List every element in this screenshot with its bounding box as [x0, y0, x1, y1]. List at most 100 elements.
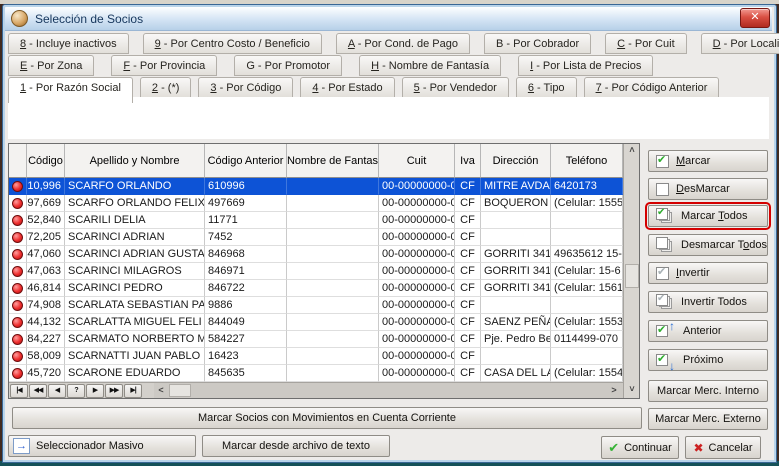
tab-active[interactable]: 1 - Por Razón Social — [8, 77, 133, 103]
cell: CF — [455, 297, 481, 314]
screen: { "window": { "title": "Selección de Soc… — [0, 0, 779, 466]
tab[interactable]: I - Por Lista de Precios — [518, 55, 653, 76]
vertical-scroll-thumb[interactable] — [625, 264, 639, 288]
titlebar[interactable]: Selección de Socios — [5, 7, 772, 31]
tab[interactable]: B - Por Cobrador — [484, 33, 591, 54]
side-button-marcar-todos[interactable]: Marcar Todos — [648, 205, 768, 227]
scroll-right-icon[interactable]: > — [607, 384, 621, 397]
tab[interactable]: 7 - Por Código Anterior — [584, 77, 720, 98]
cell: 844,132 — [27, 314, 65, 331]
table-row[interactable]: 858,009SCARNATTI JUAN PABLO1642300-00000… — [9, 348, 623, 365]
tab[interactable]: E - Por Zona — [8, 55, 94, 76]
app-icon — [11, 10, 28, 27]
tab[interactable]: H - Nombre de Fantasía — [359, 55, 501, 76]
cell: 845,720 — [27, 365, 65, 382]
table-row[interactable]: 610,996SCARFO ORLANDO61099600-00000000-0… — [9, 178, 623, 195]
cell — [9, 280, 27, 297]
cell: CF — [455, 348, 481, 365]
side-button-marcar[interactable]: Marcar — [648, 150, 768, 172]
tab[interactable]: 9 - Por Centro Costo / Beneficio — [143, 33, 322, 54]
vertical-scrollbar[interactable]: ˄ ˅ — [623, 144, 639, 398]
nav-button[interactable]: ▶ — [86, 384, 104, 398]
tab[interactable]: 4 - Por Estado — [300, 77, 394, 98]
side-button-desmarcar[interactable]: DesMarcar — [648, 178, 768, 200]
checkbox-empty-icon — [656, 183, 669, 196]
table-row[interactable]: 845,720SCARONE EDUARDO84563500-00000000-… — [9, 365, 623, 382]
tab[interactable]: 5 - Por Vendedor — [402, 77, 509, 98]
cell — [9, 178, 27, 195]
seleccionador-masivo-button[interactable]: → Seleccionador Masivo — [8, 435, 196, 457]
cell — [287, 280, 379, 297]
table-row[interactable]: 847,063SCARINCI MILAGROS84697100-0000000… — [9, 263, 623, 280]
tab[interactable]: F - Por Provincia — [111, 55, 217, 76]
cell: 49635612 15- — [551, 246, 623, 263]
cell — [9, 297, 27, 314]
table-row[interactable]: 844,132SCARLATTA MIGUEL FELI84404900-000… — [9, 314, 623, 331]
nav-button[interactable]: ▶▶ — [105, 384, 123, 398]
record-indicator-icon — [12, 232, 23, 243]
marcar-movimientos-cc-button[interactable]: Marcar Socios con Movimientos en Cuenta … — [12, 407, 642, 429]
side-button-desmarcar-todos[interactable]: Desmarcar Todos — [648, 234, 768, 256]
side-button-marcar-merc-interno[interactable]: Marcar Merc. Interno — [648, 380, 768, 402]
cell: 852,840 — [27, 212, 65, 229]
cell: SCARFO ORLANDO — [65, 178, 205, 195]
cell — [9, 195, 27, 212]
cell: 847,063 — [27, 263, 65, 280]
marcar-desde-archivo-button[interactable]: Marcar desde archivo de texto — [202, 435, 390, 457]
cell — [551, 229, 623, 246]
side-button-label: Marcar Todos — [681, 210, 747, 222]
continuar-button[interactable]: ✔ Continuar — [601, 436, 679, 459]
column-header: Nombre de Fantas — [287, 144, 379, 178]
cell: SCARONE EDUARDO — [65, 365, 205, 382]
scroll-up-icon[interactable]: ˄ — [625, 145, 639, 158]
nav-button[interactable]: ? — [67, 384, 85, 398]
cell — [551, 212, 623, 229]
nav-button[interactable]: ▶| — [124, 384, 142, 398]
tab[interactable]: D - Por Localidad — [701, 33, 779, 54]
side-button-anterior[interactable]: ↑Anterior — [648, 320, 768, 342]
table-row[interactable]: 884,227SCARMATO NORBERTO M58422700-00000… — [9, 331, 623, 348]
horizontal-scrollbar[interactable]: < > — [154, 383, 623, 398]
side-button-label: DesMarcar — [676, 183, 730, 195]
side-button-marcar-merc-externo[interactable]: Marcar Merc. Externo — [648, 408, 768, 430]
side-button-invertir[interactable]: Invertir — [648, 262, 768, 284]
tab[interactable]: 2 - (*) — [140, 77, 192, 98]
tab[interactable]: 6 - Tipo — [516, 77, 577, 98]
tab[interactable]: 3 - Por Código — [198, 77, 293, 98]
nav-button[interactable]: ◀ — [48, 384, 66, 398]
cell: SCARINCI MILAGROS — [65, 263, 205, 280]
table-row[interactable]: 497,669SCARFO ORLANDO FELIX49766900-0000… — [9, 195, 623, 212]
column-header: Apellido y Nombre — [65, 144, 205, 178]
cancelar-button[interactable]: ✖ Cancelar — [685, 436, 761, 459]
cell: 00-00000000-0 — [379, 314, 455, 331]
nav-button[interactable]: |◀ — [10, 384, 28, 398]
table-row[interactable]: 874,908SCARLATA SEBASTIAN PA988600-00000… — [9, 297, 623, 314]
close-button[interactable]: ✕ — [740, 8, 770, 28]
tab-row-1: 8 - Incluye inactivos 9 - Por Centro Cost… — [8, 33, 779, 54]
table-row[interactable]: 852,840SCARILI DELIA1177100-00000000-0CF — [9, 212, 623, 229]
scroll-left-icon[interactable]: < — [154, 384, 168, 397]
horizontal-scroll-thumb[interactable] — [169, 384, 191, 397]
side-button-invertir-todos[interactable]: Invertir Todos — [648, 291, 768, 313]
cell: SCARLATA SEBASTIAN PA — [65, 297, 205, 314]
socios-grid: CódigoApellido y NombreCódigo AnteriorNo… — [8, 143, 640, 399]
table-row[interactable]: 872,205SCARINCI ADRIAN745200-00000000-0C… — [9, 229, 623, 246]
table-row[interactable]: 847,060SCARINCI ADRIAN GUSTAVO84696800-0… — [9, 246, 623, 263]
cell: (Celular: 1554 — [551, 365, 623, 382]
scroll-down-icon[interactable]: ˅ — [625, 384, 639, 397]
nav-button[interactable]: ◀◀ — [29, 384, 47, 398]
table-row[interactable]: 846,814SCARINCI PEDRO84672200-00000000-0… — [9, 280, 623, 297]
tab[interactable]: A - Por Cond. de Pago — [336, 33, 470, 54]
cell — [287, 297, 379, 314]
record-indicator-icon — [12, 300, 23, 311]
nav-buttons: |◀◀◀◀?▶▶▶▶| — [9, 384, 142, 398]
close-icon: ✕ — [750, 11, 759, 23]
tab-content-panel — [8, 97, 769, 139]
tab[interactable]: 8 - Incluye inactivos — [8, 33, 129, 54]
seleccionador-masivo-label: Seleccionador Masivo — [36, 440, 144, 452]
side-button-pr-ximo[interactable]: ↓Próximo — [648, 349, 768, 371]
grid-header: CódigoApellido y NombreCódigo AnteriorNo… — [9, 144, 623, 178]
tab[interactable]: C - Por Cuit — [605, 33, 686, 54]
tab[interactable]: G - Por Promotor — [234, 55, 342, 76]
cell: 11771 — [205, 212, 287, 229]
